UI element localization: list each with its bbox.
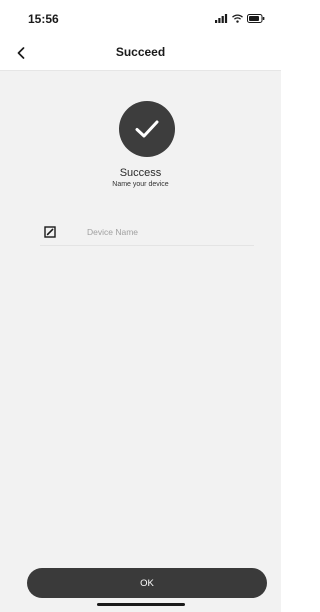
home-indicator: [97, 603, 185, 606]
ok-button[interactable]: OK: [27, 568, 267, 598]
success-badge: [119, 101, 175, 157]
success-subtitle: Name your device: [112, 181, 169, 188]
success-title: Success: [119, 167, 162, 179]
battery-icon: [247, 13, 265, 23]
signal-icon: [215, 13, 228, 23]
wifi-icon: [232, 13, 243, 23]
navigation-bar: Succeed: [0, 36, 281, 71]
device-name-input[interactable]: [87, 224, 247, 240]
status-bar: 15:56: [0, 0, 281, 36]
app-screen: 15:56 Succeed Success Name your device D…: [0, 0, 281, 612]
status-icons: [215, 12, 265, 24]
page-title: Succeed: [115, 45, 166, 59]
main-content: Success Name your device: [0, 71, 281, 612]
device-name-row: [40, 221, 254, 246]
checkmark-icon: [135, 120, 159, 138]
status-time: 15:56: [28, 12, 59, 26]
edit-icon: [44, 226, 56, 238]
